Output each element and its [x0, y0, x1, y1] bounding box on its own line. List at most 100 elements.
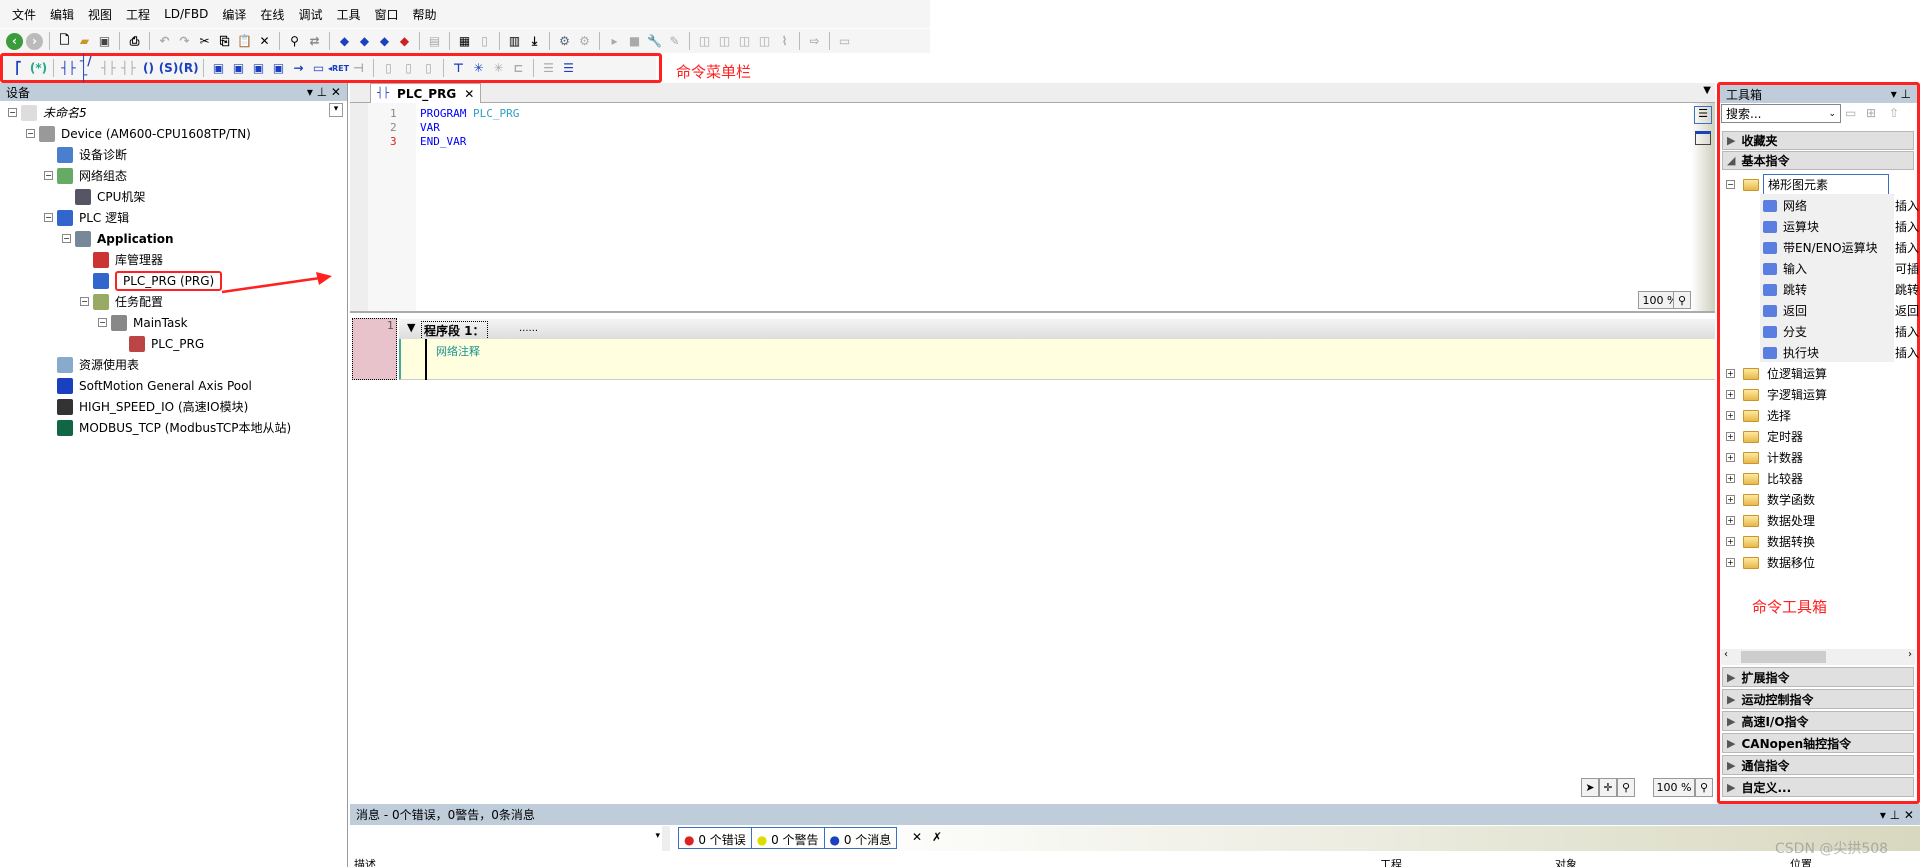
- toolbox-folder[interactable]: + 数据处理: [1726, 510, 1815, 531]
- tree-item[interactable]: HIGH_SPEED_IO (高速IO模块): [44, 396, 248, 417]
- scroll-thumb[interactable]: [1741, 651, 1826, 663]
- tree-item[interactable]: MODBUS_TCP (ModbusTCP本地从站): [44, 417, 291, 438]
- save-icon[interactable]: ▣: [96, 33, 113, 50]
- move-up-icon[interactable]: ⇧: [1889, 106, 1899, 120]
- tabular-view-icon[interactable]: [1695, 131, 1711, 145]
- parallel-branch-icon[interactable]: ⊏: [510, 60, 527, 77]
- tree-item[interactable]: 设备诊断: [44, 144, 127, 165]
- network-body[interactable]: 网络注释: [399, 339, 1715, 380]
- toolbox-section[interactable]: ▶ 高速I/O指令: [1722, 711, 1914, 731]
- horizontal-scrollbar[interactable]: ‹ ›: [1721, 649, 1915, 665]
- menu-item[interactable]: 在线: [260, 6, 284, 23]
- tree-item[interactable]: PLC_PRG (PRG): [80, 270, 223, 291]
- set-coil-icon[interactable]: (S): [159, 60, 179, 77]
- clear-bookmarks-icon[interactable]: ◆: [396, 33, 413, 50]
- menu-item[interactable]: 文件: [12, 6, 36, 23]
- dropdown-icon[interactable]: ▾: [329, 103, 343, 117]
- toolbox-folder[interactable]: + 字逻辑运算: [1726, 384, 1827, 405]
- toolbox-item[interactable]: 分支 插入: [1763, 321, 1920, 342]
- magnifier-icon[interactable]: ⚲: [1617, 778, 1635, 797]
- open-folder-icon[interactable]: ▰: [76, 33, 93, 50]
- coil-icon[interactable]: (): [140, 60, 157, 77]
- code-line[interactable]: END_VAR: [420, 135, 466, 148]
- add-icon[interactable]: ⊞: [1866, 106, 1876, 120]
- tree-item[interactable]: SoftMotion General Axis Pool: [44, 375, 252, 396]
- menu-item[interactable]: LD/FBD: [164, 7, 208, 21]
- collapse-icon[interactable]: −: [44, 171, 53, 180]
- paste-icon[interactable]: 📋: [236, 33, 253, 50]
- toolbox-group[interactable]: − 梯形图元素: [1726, 174, 1890, 195]
- empty-box-icon[interactable]: ▣: [230, 60, 247, 77]
- prev-bookmark-icon[interactable]: ◆: [376, 33, 393, 50]
- delete-icon[interactable]: ✕: [256, 33, 273, 50]
- set-output-icon[interactable]: ✳: [490, 60, 507, 77]
- input-icon[interactable]: ⊣: [350, 60, 367, 77]
- breakpoint-icon[interactable]: ◫: [696, 33, 713, 50]
- toolbox-item[interactable]: 跳转 跳转: [1763, 279, 1920, 300]
- insert-network-icon[interactable]: ⎡: [10, 60, 27, 77]
- tab-plc-prg[interactable]: ┤├ PLC_PRG ✕: [370, 83, 482, 103]
- build-icon[interactable]: ▥: [506, 33, 523, 50]
- toolbox-folder[interactable]: + 数据转换: [1726, 531, 1815, 552]
- toolbox-item[interactable]: 运算块 插入: [1763, 216, 1920, 237]
- contact-icon[interactable]: ┤├: [60, 60, 77, 77]
- insert-object-icon[interactable]: ▦: [456, 33, 473, 50]
- warnings-filter[interactable]: ● 0 个警告: [752, 828, 825, 848]
- insert-input-icon[interactable]: ✳: [470, 60, 487, 77]
- tree-item[interactable]: − 网络组态: [44, 165, 127, 186]
- scroll-left-icon[interactable]: ‹: [1724, 649, 1728, 660]
- toolbox-section[interactable]: ◢ 基本指令: [1722, 151, 1914, 170]
- tree-item[interactable]: − 任务配置: [80, 291, 163, 312]
- tree-item[interactable]: 库管理器: [80, 249, 163, 270]
- toolbox-folder[interactable]: + 比较器: [1726, 468, 1803, 489]
- run-icon[interactable]: ▸: [606, 33, 623, 50]
- collapse-icon[interactable]: −: [62, 234, 71, 243]
- toolbox-section[interactable]: ▶ 扩展指令: [1722, 667, 1914, 687]
- tree-item[interactable]: 资源使用表: [44, 354, 139, 375]
- panel-menu-icon[interactable]: ▾ ⊥: [1891, 87, 1911, 101]
- expand-icon[interactable]: +: [1726, 516, 1735, 525]
- column-project[interactable]: 工程: [1380, 856, 1402, 867]
- write-values-icon[interactable]: ✎: [666, 33, 683, 50]
- collapse-icon[interactable]: −: [8, 108, 17, 117]
- network-comment[interactable]: 网络注释: [436, 343, 480, 359]
- box-en-eno-icon[interactable]: ▣: [250, 60, 267, 77]
- message-source-select[interactable]: ▾: [350, 826, 670, 851]
- toolbox-item[interactable]: 返回 返回: [1763, 300, 1920, 321]
- tree-item[interactable]: PLC_PRG: [116, 333, 204, 354]
- step-out-icon[interactable]: ◫: [756, 33, 773, 50]
- code-line[interactable]: PROGRAM PLC_PRG: [420, 107, 519, 120]
- network-title[interactable]: 程序段 1：: [421, 321, 488, 340]
- collapse-icon[interactable]: −: [80, 297, 89, 306]
- tree-item[interactable]: CPU机架: [62, 186, 145, 207]
- new-file-icon[interactable]: 🗋: [56, 33, 73, 50]
- expand-icon[interactable]: +: [1726, 474, 1735, 483]
- toolbox-item[interactable]: 执行块 插入: [1763, 342, 1920, 363]
- collapse-icon[interactable]: −: [44, 213, 53, 222]
- expand-icon[interactable]: +: [1726, 558, 1735, 567]
- redo-icon[interactable]: ↷: [176, 33, 193, 50]
- clear-messages-icon[interactable]: ✕: [912, 830, 922, 844]
- step-over-icon[interactable]: ◫: [716, 33, 733, 50]
- declaration-editor[interactable]: 1 PROGRAM PLC_PRG 2 VAR 3 END_VAR ☰ 100 % ⚲: [350, 103, 1715, 313]
- edge-detection-icon[interactable]: ▯: [400, 60, 417, 77]
- bookmark-icon[interactable]: ◆: [336, 33, 353, 50]
- stop-icon[interactable]: ■: [626, 33, 643, 50]
- return-icon[interactable]: ◂RET: [328, 60, 349, 77]
- download-icon[interactable]: ⤓: [526, 33, 543, 50]
- expand-icon[interactable]: +: [1726, 495, 1735, 504]
- properties-icon[interactable]: ▯: [476, 33, 493, 50]
- reset-icon[interactable]: 🔧: [646, 33, 663, 50]
- zoom-level-bottom[interactable]: 100 %: [1653, 778, 1695, 797]
- collapse-icon[interactable]: ▼: [407, 321, 415, 334]
- expand-icon[interactable]: +: [1726, 390, 1735, 399]
- toolbox-search[interactable]: 搜索... ⌄: [1721, 104, 1841, 123]
- toolbox-item[interactable]: 带EN/ENO运算块 插入: [1763, 237, 1920, 258]
- multi-window-icon[interactable]: ▤: [426, 33, 443, 50]
- zoom-icon[interactable]: ⚲: [1695, 778, 1713, 797]
- menu-item[interactable]: 视图: [88, 6, 112, 23]
- menu-item[interactable]: 工程: [126, 6, 150, 23]
- next-bookmark-icon[interactable]: ◆: [356, 33, 373, 50]
- clear-all-icon[interactable]: ✗: [932, 830, 942, 844]
- scroll-right-icon[interactable]: ›: [1908, 649, 1912, 660]
